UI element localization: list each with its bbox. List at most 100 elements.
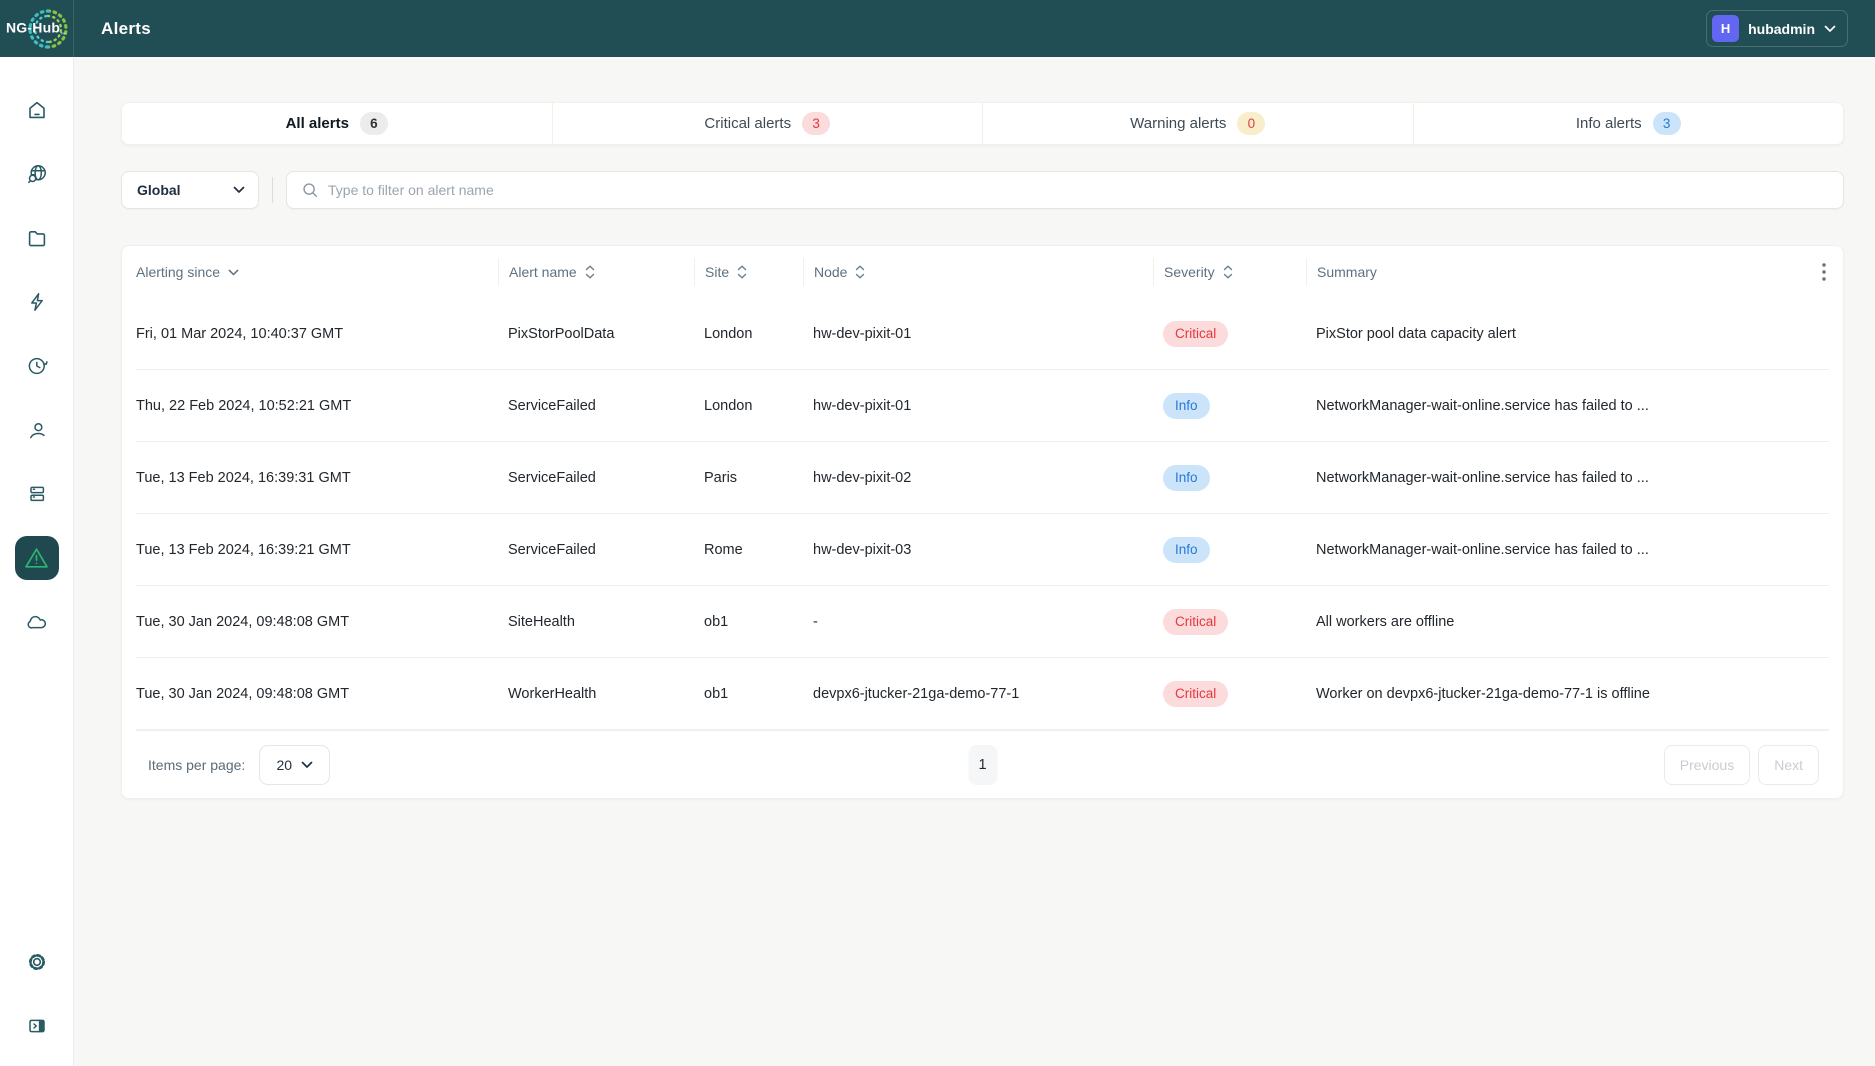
column-header-node[interactable]: Node <box>803 258 1153 286</box>
cell-alerting-since: Tue, 30 Jan 2024, 09:48:08 GMT <box>136 686 498 702</box>
severity-badge: Info <box>1163 465 1210 491</box>
column-header-site[interactable]: Site <box>694 258 803 286</box>
tab-label: Warning alerts <box>1130 115 1226 132</box>
clock-history-icon <box>25 354 49 378</box>
sidebar-item-projects[interactable] <box>25 226 49 250</box>
search-icon <box>301 181 319 199</box>
severity-badge: Critical <box>1163 609 1228 635</box>
cell-alert-name: WorkerHealth <box>498 686 694 702</box>
cell-severity: Info <box>1153 393 1306 419</box>
cell-summary: NetworkManager-wait-online.service has f… <box>1306 398 1785 414</box>
sidebar-item-collapse-panel[interactable] <box>25 1014 49 1038</box>
next-page-button[interactable]: Next <box>1758 745 1819 785</box>
top-bar: NG-Hub™ Alerts H hubadmin <box>0 0 1875 57</box>
sidebar-item-home[interactable] <box>25 98 49 122</box>
server-stack-icon <box>25 482 49 506</box>
logo-text: NG-Hub™ <box>6 19 66 38</box>
cell-alert-name: ServiceFailed <box>498 542 694 558</box>
cell-severity: Critical <box>1153 681 1306 707</box>
sort-both-icon <box>1223 265 1233 279</box>
globe-search-icon <box>25 162 49 186</box>
cell-alerting-since: Fri, 01 Mar 2024, 10:40:37 GMT <box>136 326 498 342</box>
sidebar-item-discovery[interactable] <box>25 162 49 186</box>
folder-icon <box>25 226 49 250</box>
cell-site: ob1 <box>694 686 803 702</box>
tab-count-badge: 3 <box>1653 112 1681 135</box>
cell-severity: Critical <box>1153 321 1306 347</box>
cell-alerting-since: Thu, 22 Feb 2024, 10:52:21 GMT <box>136 398 498 414</box>
search-box <box>286 171 1844 209</box>
cell-alerting-since: Tue, 30 Jan 2024, 09:48:08 GMT <box>136 614 498 630</box>
scope-select[interactable]: Global <box>121 171 259 209</box>
user-avatar: H <box>1712 15 1739 42</box>
sort-both-icon <box>737 265 747 279</box>
table-options-menu[interactable] <box>1785 258 1829 286</box>
sidebar-item-settings[interactable] <box>25 950 49 974</box>
user-menu[interactable]: H hubadmin <box>1706 10 1848 47</box>
tab-label: Critical alerts <box>704 115 791 132</box>
sidebar-item-actions[interactable] <box>25 290 49 314</box>
chevron-down-icon <box>1824 25 1836 33</box>
pager-buttons: Previous Next <box>1664 745 1819 785</box>
sort-both-icon <box>855 265 865 279</box>
column-header-summary: Summary <box>1306 258 1785 286</box>
app-logo[interactable]: NG-Hub™ <box>0 0 74 57</box>
cell-summary: PixStor pool data capacity alert <box>1306 326 1785 342</box>
cloud-icon <box>25 610 49 634</box>
home-icon <box>25 98 49 122</box>
column-header-alert-name[interactable]: Alert name <box>498 258 694 286</box>
tab-count-badge: 3 <box>802 112 830 135</box>
table-header-row: Alerting since Alert name Site Node Seve… <box>136 246 1829 298</box>
table-row[interactable]: Tue, 13 Feb 2024, 16:39:31 GMT ServiceFa… <box>136 442 1829 514</box>
tab-count-badge: 0 <box>1237 112 1265 135</box>
chevron-down-icon <box>233 186 245 194</box>
column-header-severity[interactable]: Severity <box>1153 258 1306 286</box>
tab-all-alerts[interactable]: All alerts 6 <box>122 103 553 144</box>
alert-tabs: All alerts 6 Critical alerts 3 Warning a… <box>121 102 1844 145</box>
sidebar-nav <box>0 57 74 1066</box>
cell-site: Rome <box>694 542 803 558</box>
lightning-icon <box>25 290 49 314</box>
cell-severity: Critical <box>1153 609 1306 635</box>
cell-alert-name: SiteHealth <box>498 614 694 630</box>
items-per-page-select[interactable]: 20 <box>259 745 330 785</box>
table-row[interactable]: Tue, 30 Jan 2024, 09:48:08 GMT WorkerHea… <box>136 658 1829 730</box>
cell-site: London <box>694 326 803 342</box>
tab-critical-alerts[interactable]: Critical alerts 3 <box>553 103 984 144</box>
table-row[interactable]: Fri, 01 Mar 2024, 10:40:37 GMT PixStorPo… <box>136 298 1829 370</box>
table-row[interactable]: Thu, 22 Feb 2024, 10:52:21 GMT ServiceFa… <box>136 370 1829 442</box>
sidebar-item-users[interactable] <box>25 418 49 442</box>
cell-alert-name: ServiceFailed <box>498 398 694 414</box>
cell-node: hw-dev-pixit-01 <box>803 326 1153 342</box>
sidebar-item-history[interactable] <box>25 354 49 378</box>
page-title: Alerts <box>101 19 151 39</box>
tab-count-badge: 6 <box>360 112 388 135</box>
sort-desc-icon <box>228 269 239 276</box>
severity-badge: Info <box>1163 393 1210 419</box>
cell-alerting-since: Tue, 13 Feb 2024, 16:39:31 GMT <box>136 470 498 486</box>
filter-row: Global <box>121 171 1844 209</box>
user-icon <box>25 418 49 442</box>
kebab-menu-icon <box>1821 262 1827 282</box>
tab-info-alerts[interactable]: Info alerts 3 <box>1414 103 1844 144</box>
sidebar-item-servers[interactable] <box>25 482 49 506</box>
sidebar-item-cloud[interactable] <box>25 610 49 634</box>
sort-both-icon <box>585 265 595 279</box>
cell-site: Paris <box>694 470 803 486</box>
table-row[interactable]: Tue, 13 Feb 2024, 16:39:21 GMT ServiceFa… <box>136 514 1829 586</box>
current-page-indicator[interactable]: 1 <box>968 745 997 785</box>
table-row[interactable]: Tue, 30 Jan 2024, 09:48:08 GMT SiteHealt… <box>136 586 1829 658</box>
previous-page-button[interactable]: Previous <box>1664 745 1750 785</box>
tab-warning-alerts[interactable]: Warning alerts 0 <box>983 103 1414 144</box>
panel-collapse-icon <box>25 1014 49 1038</box>
search-input[interactable] <box>328 182 1829 198</box>
sidebar-item-alerts-active[interactable] <box>15 536 59 580</box>
cell-site: London <box>694 398 803 414</box>
cell-site: ob1 <box>694 614 803 630</box>
cell-node: - <box>803 614 1153 630</box>
column-header-alerting-since[interactable]: Alerting since <box>136 258 498 286</box>
severity-badge: Critical <box>1163 681 1228 707</box>
cell-summary: Worker on devpx6-jtucker-21ga-demo-77-1 … <box>1306 686 1785 702</box>
tab-label: Info alerts <box>1576 115 1642 132</box>
scope-select-value: Global <box>137 182 181 198</box>
